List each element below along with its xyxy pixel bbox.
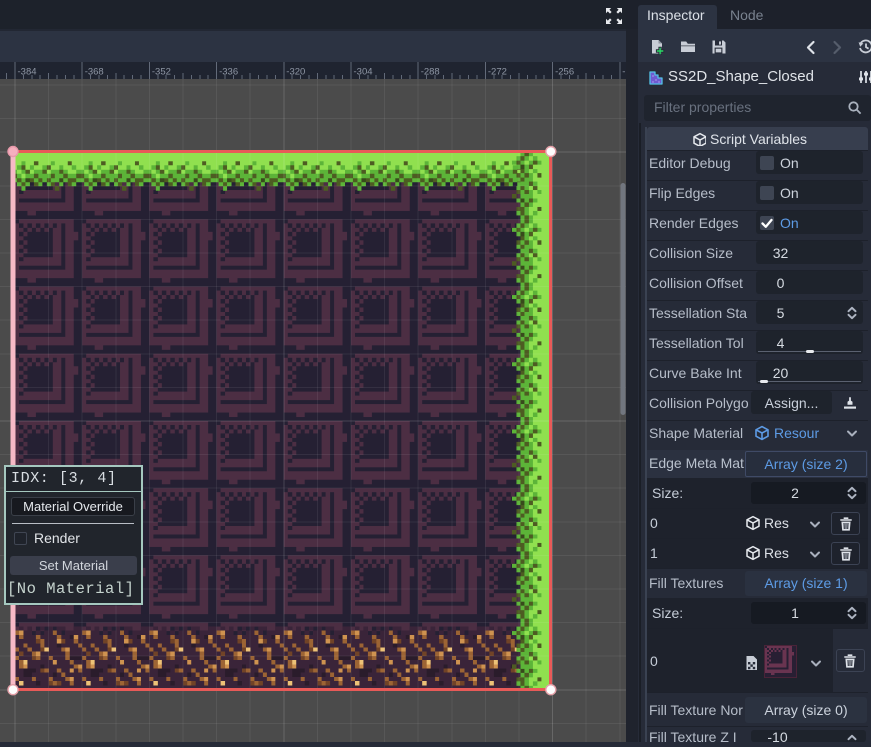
- svg-text:-304: -304: [354, 67, 373, 78]
- svg-text:-272: -272: [488, 67, 507, 78]
- svg-text:-384: -384: [18, 67, 37, 78]
- svg-text:-288: -288: [421, 67, 440, 78]
- svg-text:-336: -336: [219, 67, 238, 78]
- svg-text:-256: -256: [555, 67, 574, 78]
- svg-text:-368: -368: [85, 67, 104, 78]
- svg-text:-352: -352: [152, 67, 171, 78]
- svg-text:-320: -320: [286, 67, 305, 78]
